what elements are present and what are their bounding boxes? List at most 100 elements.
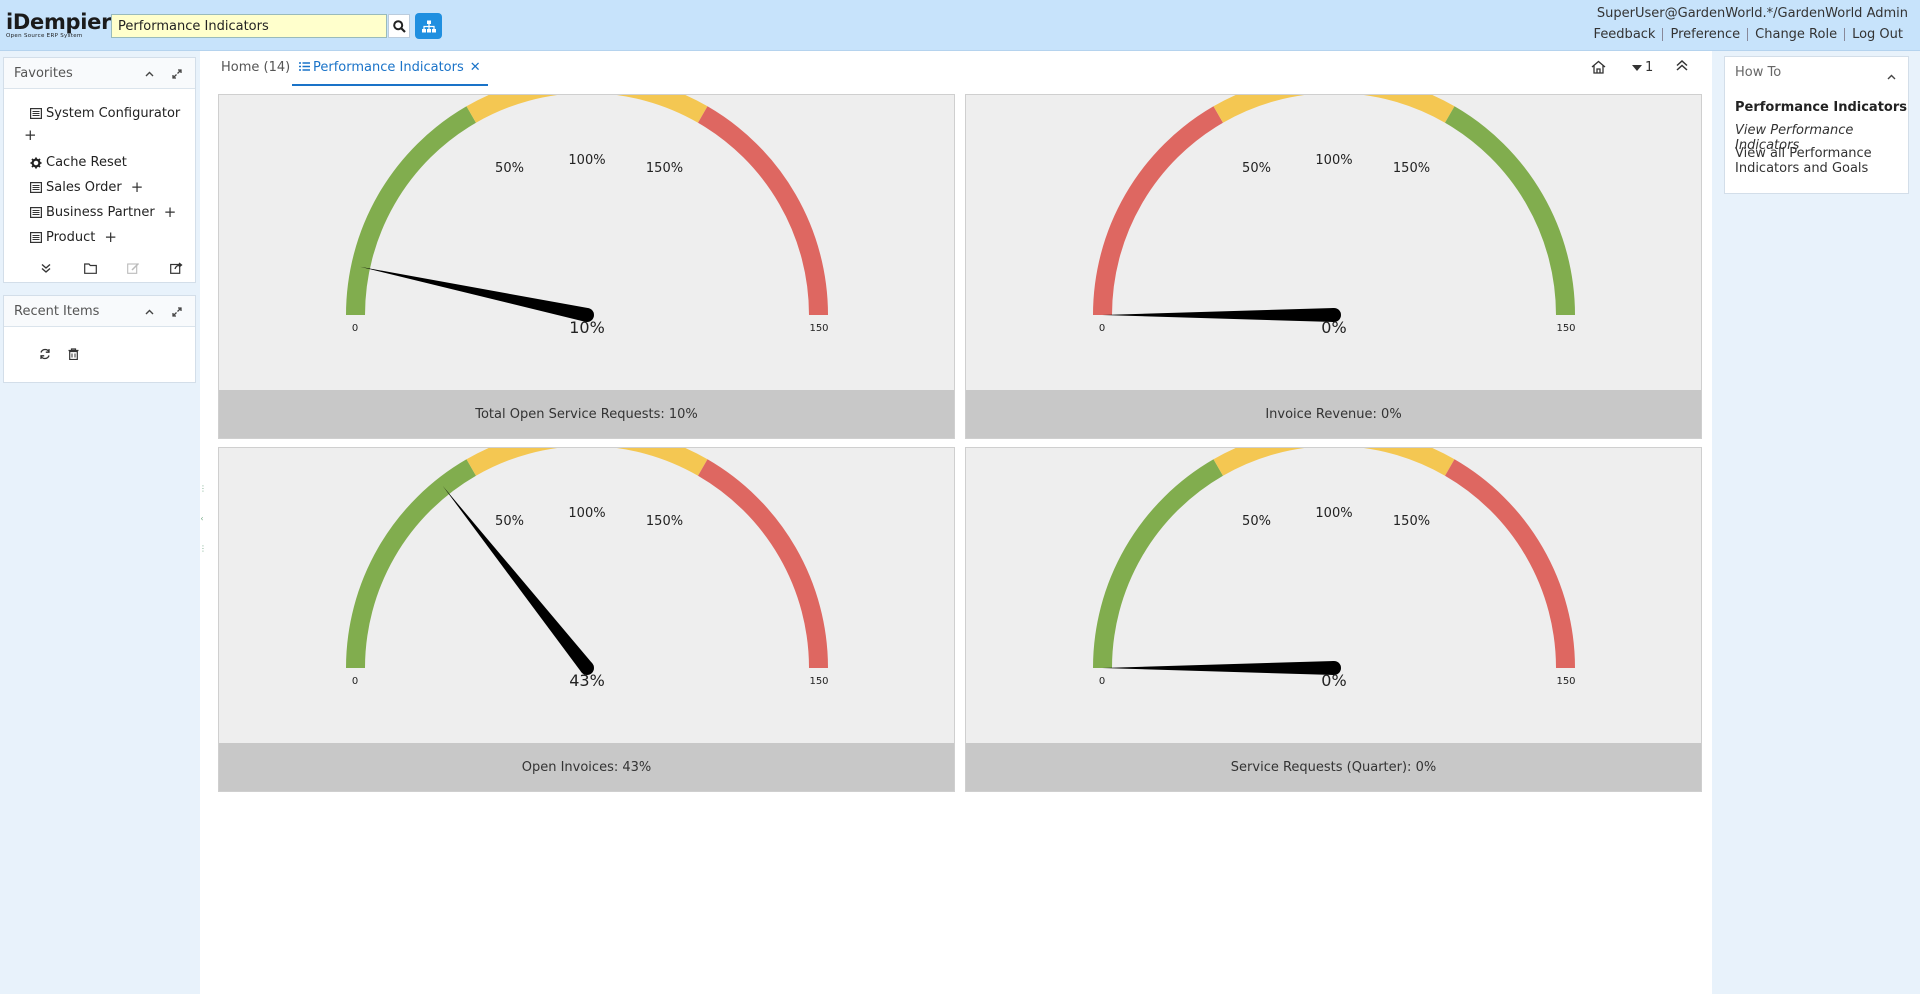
recent-items-panel: Recent Items	[3, 295, 196, 383]
favorite-item-cache-reset[interactable]: Cache Reset	[30, 155, 127, 170]
add-favorite-button[interactable]: +	[24, 128, 37, 143]
gauge-band	[1213, 448, 1455, 476]
gauge-tick-label: 50%	[1242, 514, 1271, 529]
left-panel: Favorites System Configurator + Cache Re…	[0, 51, 200, 994]
gauge-max-label: 150	[809, 323, 828, 334]
gauge-tick-label: 50%	[1242, 161, 1271, 176]
recent-items-title: Recent Items	[14, 304, 100, 319]
collapse-header-icon[interactable]	[1676, 60, 1688, 71]
gauge-max-label: 150	[809, 676, 828, 687]
caret-down-icon	[1632, 64, 1642, 71]
collapse-left-icon[interactable]: ‹	[199, 515, 205, 523]
menu-tree-button[interactable]	[415, 13, 442, 39]
gauge-value-label: 0%	[1321, 318, 1346, 337]
gauge-band	[466, 448, 708, 476]
window-icon	[30, 182, 42, 193]
maximize-icon[interactable]	[170, 305, 184, 319]
gauge-chart: 50% 150% 100% 0 150 43%	[346, 448, 829, 690]
home-icon[interactable]	[1591, 60, 1606, 74]
search-icon	[392, 19, 406, 33]
window-tabbar: Home (14) Performance Indicators ✕ 1	[208, 51, 1712, 87]
preference-link[interactable]: Preference	[1663, 27, 1747, 42]
gauge-min-label: 0	[352, 323, 358, 334]
export-icon[interactable]	[168, 260, 184, 276]
favorite-item-label: Business Partner	[46, 205, 155, 220]
gauge-tick-label: 150%	[1393, 161, 1430, 176]
gauge-max-label: 150	[1556, 676, 1575, 687]
window-icon	[30, 207, 42, 218]
folder-icon[interactable]	[82, 260, 98, 276]
how-to-description: View all Performance Indicators and Goal…	[1735, 146, 1872, 176]
favorite-item-label: System Configurator	[46, 106, 181, 121]
gauge-chart: 50% 150% 100% 0 150 0%	[1093, 95, 1576, 337]
gauge-needle	[1102, 661, 1334, 675]
tab-home[interactable]: Home (14)	[221, 60, 290, 86]
gauge-tick-label: 100%	[1315, 153, 1352, 168]
gauge-chart: 50% 150% 100% 0 150 0%	[1093, 448, 1576, 690]
expand-all-icon[interactable]	[38, 260, 54, 276]
gauge-min-label: 0	[352, 676, 358, 687]
logo-subtitle: Open Source ERP System	[6, 33, 83, 39]
window-icon	[30, 108, 42, 119]
gauge-tick-label: 150%	[646, 161, 683, 176]
right-panel: How To Performance Indicators View Perfo…	[1712, 51, 1920, 994]
collapse-icon[interactable]	[1887, 69, 1896, 84]
how-to-panel: How To Performance Indicators View Perfo…	[1724, 56, 1909, 194]
favorite-item-label: Cache Reset	[46, 155, 127, 170]
favorite-item-system-configurator[interactable]: System Configurator	[30, 106, 180, 121]
favorite-item-business-partner[interactable]: Business Partner +	[30, 205, 176, 220]
collapse-icon[interactable]	[142, 305, 156, 319]
global-search-input[interactable]	[111, 14, 387, 38]
gauge-tick-label: 100%	[568, 506, 605, 521]
refresh-icon[interactable]	[37, 346, 53, 362]
trash-icon[interactable]	[65, 346, 81, 362]
header-bar: iDempiere Open Source ERP System SuperUs…	[0, 0, 1920, 51]
favorite-item-product[interactable]: Product +	[30, 230, 117, 245]
sitemap-icon	[421, 20, 436, 32]
favorite-item-label: Product	[46, 230, 96, 245]
gauge-needle	[1102, 308, 1334, 322]
gauge-band	[1093, 106, 1224, 316]
tab-performance-indicators[interactable]: Performance Indicators ✕	[292, 60, 488, 86]
tab-dropdown[interactable]: 1	[1632, 60, 1653, 75]
splitter-handle[interactable]: ⋮	[199, 485, 207, 493]
gauge-value-label: 43%	[569, 671, 605, 690]
maximize-icon[interactable]	[170, 67, 184, 81]
gauge-card[interactable]: 50% 150% 100% 0 150 0% Service Requests (Quar…	[965, 447, 1702, 792]
new-record-icon[interactable]: +	[164, 205, 177, 220]
header-links: Feedback Preference Change Role Log Out	[1587, 27, 1910, 42]
gauge-band	[346, 459, 477, 669]
gauge-title: Service Requests (Quarter): 0%	[966, 743, 1701, 791]
close-tab-icon[interactable]: ✕	[470, 60, 481, 75]
tab-label: Performance Indicators	[313, 60, 464, 75]
gauge-band	[697, 106, 828, 316]
window-icon	[30, 232, 42, 243]
gauge-card[interactable]: 50% 150% 100% 0 150 43% Open Invoices: 43%	[218, 447, 955, 792]
gauge-title: Open Invoices: 43%	[219, 743, 954, 791]
logo-text: iDempiere	[6, 10, 126, 34]
favorites-title: Favorites	[14, 66, 73, 81]
new-record-icon[interactable]: +	[104, 230, 117, 245]
change-role-link[interactable]: Change Role	[1748, 27, 1844, 42]
gauge-title: Invoice Revenue: 0%	[966, 390, 1701, 438]
logout-link[interactable]: Log Out	[1845, 27, 1910, 42]
gauge-min-label: 0	[1099, 676, 1105, 687]
how-to-heading: Performance Indicators	[1735, 100, 1908, 115]
feedback-link[interactable]: Feedback	[1587, 27, 1663, 42]
how-to-title: How To	[1735, 65, 1782, 80]
gauge-title: Total Open Service Requests: 10%	[219, 390, 954, 438]
gauge-value-label: 10%	[569, 318, 605, 337]
gauge-card[interactable]: 50% 150% 100% 0 150 10% Total Open Service Re…	[218, 94, 955, 439]
gauge-band	[1444, 106, 1575, 316]
gear-icon	[30, 157, 42, 168]
gauge-value-label: 0%	[1321, 671, 1346, 690]
gauge-card[interactable]: 50% 150% 100% 0 150 0% Invoice Revenue: 0%	[965, 94, 1702, 439]
tab-count: 1	[1645, 60, 1654, 75]
app-logo[interactable]: iDempiere Open Source ERP System	[6, 12, 125, 40]
collapse-icon[interactable]	[142, 67, 156, 81]
new-record-icon[interactable]: +	[131, 180, 144, 195]
list-icon	[299, 62, 310, 71]
favorite-item-sales-order[interactable]: Sales Order +	[30, 180, 143, 195]
splitter-handle[interactable]: ⋮	[199, 545, 207, 553]
search-button[interactable]	[388, 14, 410, 38]
